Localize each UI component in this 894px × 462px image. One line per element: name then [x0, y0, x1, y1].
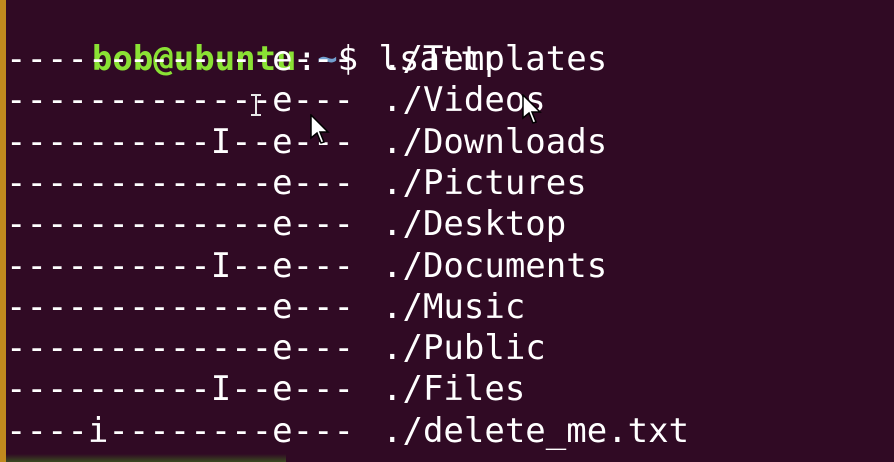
ibeam-cursor-icon [251, 94, 261, 116]
arrow-pointer-icon [310, 114, 330, 144]
mouse-pointer-icon [522, 94, 542, 124]
lsattr-row: -------------e--- ./Templates [6, 39, 607, 80]
attribute-flags: ----------I--e--- [6, 369, 354, 410]
attribute-flags: -------------e--- [6, 162, 354, 203]
file-path: ./Documents [382, 245, 608, 286]
lsattr-row: ----------I--e--- ./Documents [6, 246, 607, 287]
lsattr-row: -------------e--- ./Videos [6, 80, 546, 121]
attribute-flags: -------------e--- [6, 286, 354, 327]
file-path: ./Desktop [382, 204, 567, 245]
lsattr-row: -------------e--- ./Music [6, 287, 525, 328]
lsattr-row: -------------e--- ./Public [6, 328, 546, 369]
file-path: ./Files [382, 369, 526, 410]
attribute-flags: -------------e--- [6, 39, 354, 79]
file-path: ./Pictures [382, 162, 587, 203]
lsattr-row: ----------I--e--- ./Files [6, 369, 525, 410]
terminal-window[interactable]: bob@ubuntu:~$ lsattr -------------e--- ./… [0, 0, 894, 462]
attribute-flags: -------------e--- [6, 328, 354, 369]
lsattr-row: -------------e--- ./Pictures [6, 163, 587, 204]
lsattr-row: ----------I--e--- ./Downloads [6, 122, 607, 163]
next-prompt-partial [6, 454, 286, 462]
attribute-flags: ----------I--e--- [6, 245, 354, 286]
lsattr-row: -------------e--- ./Desktop [6, 204, 566, 245]
prompt-line: bob@ubuntu:~$ lsattr [10, 0, 501, 79]
file-path: ./delete_me.txt [382, 410, 690, 451]
file-path: ./Public [382, 328, 546, 369]
file-path: ./Downloads [382, 121, 608, 162]
attribute-flags: -------------e--- [6, 204, 354, 245]
file-path: ./Templates [382, 39, 608, 79]
attribute-flags: ----i--------e--- [6, 410, 354, 451]
lsattr-row: ----i--------e--- ./delete_me.txt [6, 411, 689, 452]
file-path: ./Music [382, 286, 526, 327]
